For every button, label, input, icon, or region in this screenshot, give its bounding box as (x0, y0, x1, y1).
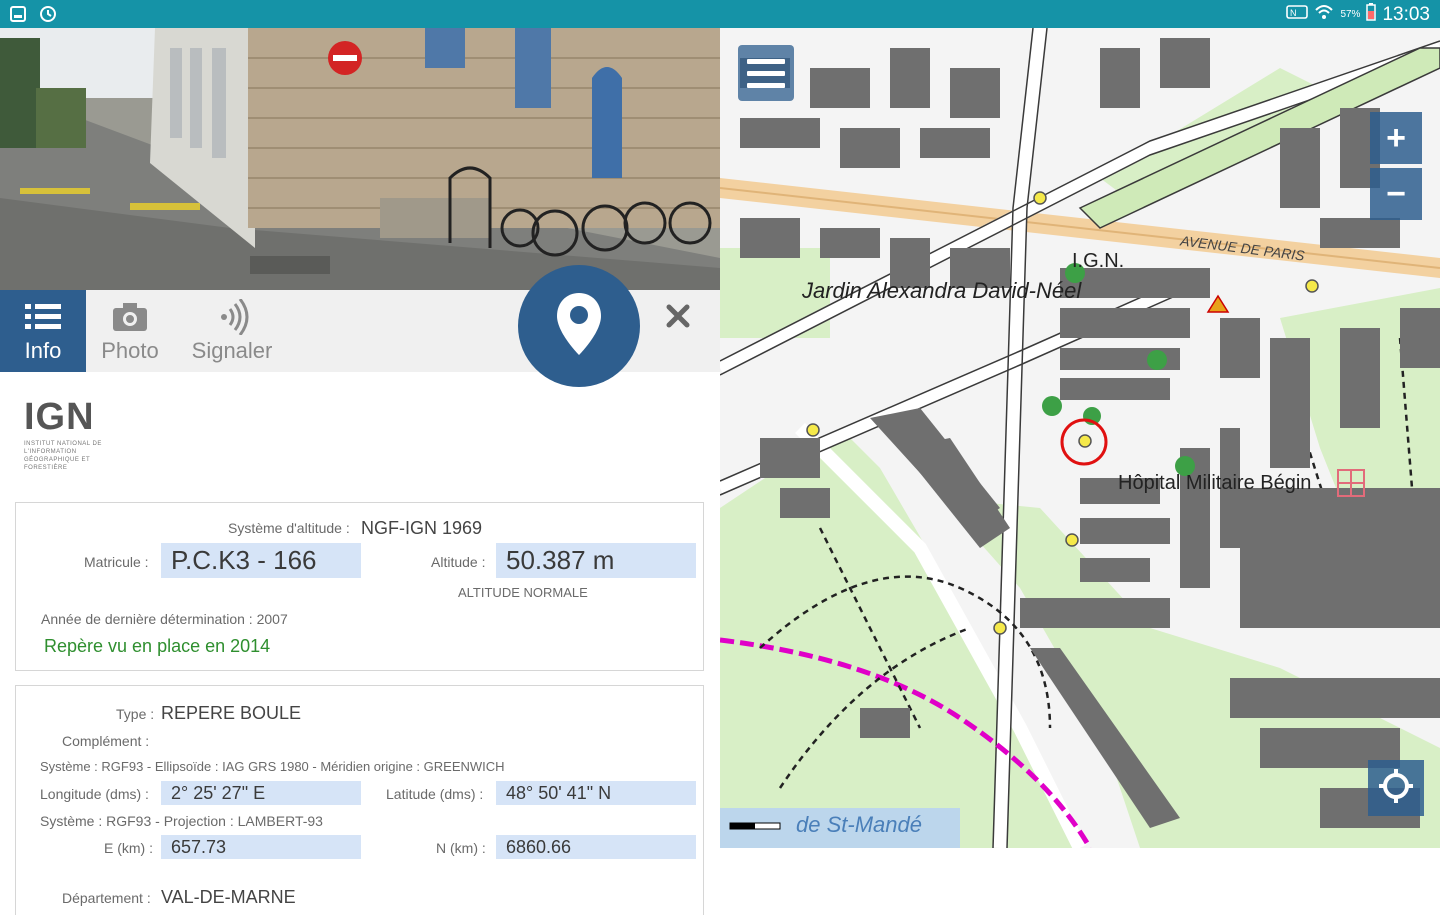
locate-me-button[interactable] (1368, 760, 1424, 816)
status-bar: N 57% 13:03 (0, 0, 1440, 28)
zoom-out-button[interactable]: − (1370, 168, 1422, 220)
altitude-card: Système d'altitude : NGF-IGN 1969 Matric… (15, 502, 704, 671)
locate-pin-button[interactable] (518, 265, 640, 387)
tab-info-label: Info (24, 338, 62, 363)
departement-label: Département : (62, 890, 151, 906)
gallery-icon (8, 4, 28, 24)
close-button[interactable] (660, 300, 696, 336)
tab-signaler-label: Signaler (191, 338, 273, 363)
close-icon (665, 303, 691, 334)
ign-logo: IGN INSTITUT NATIONAL DE L'INFORMATION G… (24, 398, 104, 480)
type-label: Type : (116, 706, 155, 722)
map-label-ign: I.G.N. (1072, 250, 1125, 272)
e-field: 657.73 (161, 835, 361, 859)
n-label: N (km) : (436, 840, 486, 856)
tab-signaler[interactable]: Signaler (178, 290, 286, 372)
altitude-field: 50.387 m (496, 543, 696, 578)
hamburger-icon (747, 58, 785, 64)
nfc-icon: N (1286, 4, 1309, 25)
departement-value: VAL-DE-MARNE (161, 887, 296, 907)
battery-level: 57% (1340, 9, 1361, 20)
crosshair-icon (1377, 767, 1415, 810)
tab-photo-label: Photo (101, 338, 159, 363)
longitude-label: Longitude (dms) : (40, 786, 149, 802)
systeme-altitude-value: NGF-IGN 1969 (361, 518, 483, 538)
logo-text: IGN (24, 396, 95, 438)
tab-info[interactable]: Info (0, 290, 86, 372)
repere-status: Repère vu en place en 2014 (44, 636, 271, 656)
type-value: REPERE BOULE (161, 703, 302, 723)
systeme-ellipsoide: Système : RGF93 - Ellipsoïde : IAG GRS 1… (40, 759, 505, 774)
list-icon (23, 298, 63, 336)
altitude-label: Altitude : (431, 554, 486, 570)
map-footer (720, 848, 1440, 900)
matricule-label: Matricule : (84, 554, 149, 570)
latitude-field: 48° 50' 41" N (496, 781, 696, 805)
systeme-projection: Système : RGF93 - Projection : LAMBERT-9… (40, 813, 323, 829)
map-pin-icon (555, 291, 603, 362)
svg-text:N: N (1290, 8, 1297, 18)
zoom-in-button[interactable]: + (1370, 112, 1422, 164)
wifi-icon (1314, 4, 1334, 25)
coordinates-card: Type : REPERE BOULE Complément : Système… (15, 685, 704, 915)
annee-determination: Année de dernière détermination : 2007 (41, 611, 288, 627)
systeme-altitude-label: Système d'altitude : (228, 520, 350, 536)
map-label-jardin: Jardin Alexandra David-Néel (802, 278, 1082, 303)
latitude-label: Latitude (dms) : (386, 786, 484, 802)
sync-icon (38, 4, 58, 24)
logo-subtitle: INSTITUT NATIONAL DE L'INFORMATION GÉOGR… (24, 441, 102, 471)
landmark-photo (0, 28, 720, 290)
matricule-field: P.C.K3 - 166 (161, 543, 361, 578)
complement-label: Complément : (62, 733, 150, 749)
n-field: 6860.66 (496, 835, 696, 859)
map-label-hopital: Hôpital Militaire Bégin (1118, 472, 1312, 494)
camera-icon (110, 298, 150, 336)
longitude-field: 2° 25' 27" E (161, 781, 361, 805)
altitude-note: ALTITUDE NORMALE (458, 585, 588, 600)
map-menu-button[interactable] (738, 45, 794, 101)
battery-icon (1366, 3, 1377, 26)
tab-photo[interactable]: Photo (86, 290, 174, 372)
signal-icon (212, 298, 252, 336)
map-label-st-mande: de St-Mandé (796, 812, 922, 837)
clock: 13:03 (1382, 3, 1430, 25)
e-label: E (km) : (104, 840, 153, 856)
map-view[interactable]: Jardin Alexandra David-Néel I.G.N. AVENU… (720, 28, 1440, 848)
